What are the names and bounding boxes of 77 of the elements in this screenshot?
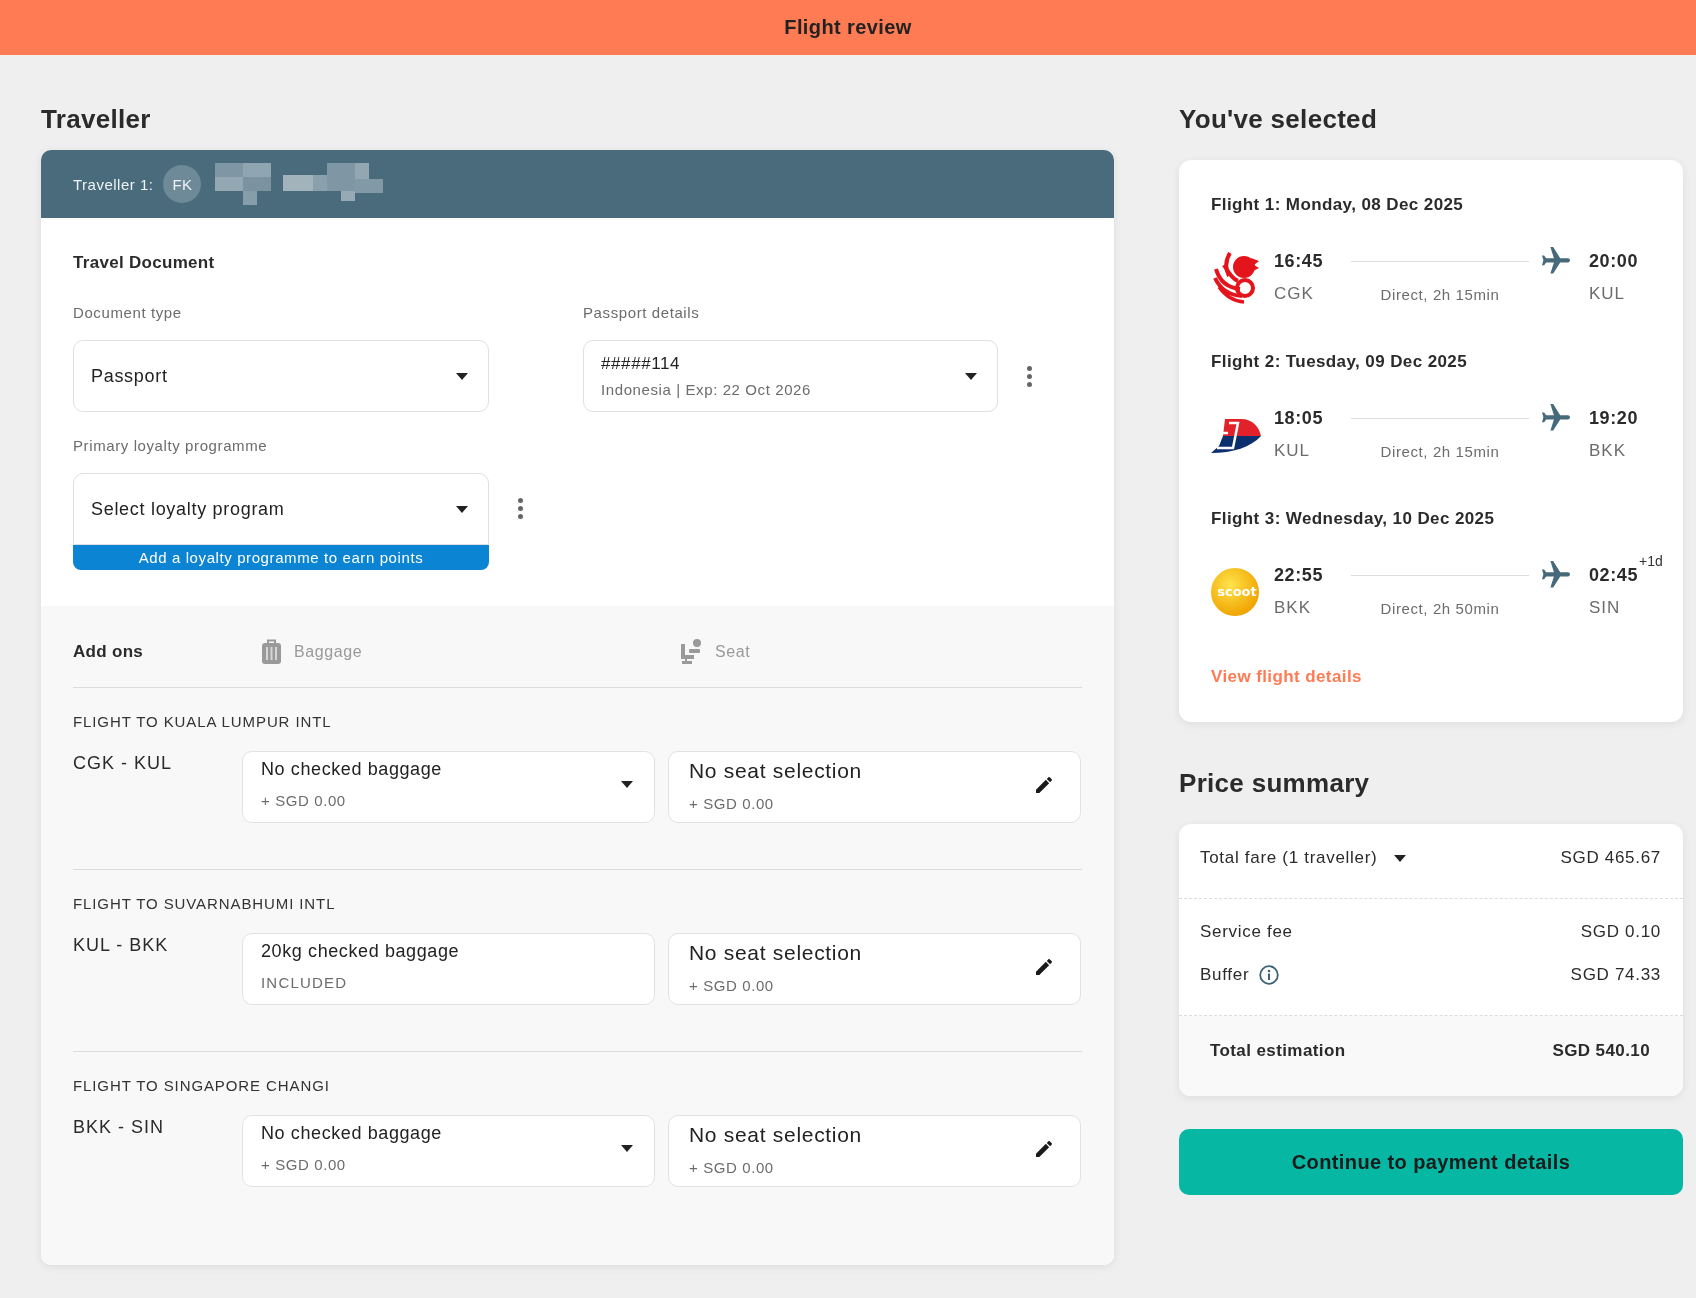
departure-time: 18:05 [1274, 407, 1325, 429]
edit-icon [1036, 959, 1052, 975]
luggage-icon [262, 639, 281, 664]
caret-icon [965, 372, 977, 380]
caret-icon [456, 505, 468, 513]
add-ons-title: Add ons [73, 640, 145, 663]
caret-icon [621, 1144, 633, 1152]
total-fare-amount: SGD 465.67 [1560, 847, 1661, 869]
flight-duration: Direct, 2h 15min [1379, 442, 1501, 460]
route-label: CGK - KUL [73, 752, 174, 774]
continue-button[interactable]: Continue to payment details [1179, 1129, 1683, 1195]
airplane-icon [1542, 404, 1570, 432]
section-title: Price summary [1179, 768, 1371, 798]
section-title: Traveller [41, 104, 152, 134]
fee-amount: SGD 74.33 [1570, 964, 1661, 986]
arrival-time: 20:00 [1589, 250, 1639, 272]
section-title: You've selected [1179, 104, 1379, 134]
field-label: Passport details [583, 304, 701, 322]
avatar-initials: FK [163, 165, 202, 203]
traveller-label: Traveller 1: [73, 175, 154, 193]
caret-icon [621, 780, 633, 788]
airline-logo [1213, 251, 1259, 304]
departure-time: 16:45 [1274, 250, 1325, 272]
airplane-icon [1542, 247, 1570, 275]
more-options-icon[interactable] [518, 498, 523, 519]
total-estimation-amount: SGD 540.10 [1552, 1040, 1650, 1062]
route-label: BKK - SIN [73, 1116, 166, 1138]
travel-document-title: Travel Document [73, 252, 216, 274]
baggage-select[interactable]: No checked baggage + SGD 0.00 [242, 751, 655, 823]
arrival-airport: KUL [1589, 284, 1627, 304]
column-label: Seat [715, 642, 751, 661]
total-fare-label: Total fare (1 traveller) [1200, 847, 1378, 869]
fee-label: Service fee [1200, 921, 1293, 943]
flight-duration: Direct, 2h 15min [1379, 285, 1501, 303]
airplane-icon [1542, 561, 1570, 589]
seat-icon [680, 639, 702, 664]
arrival-airport: BKK [1589, 441, 1628, 461]
departure-airport: BKK [1274, 598, 1313, 618]
fee-label: Buffer [1200, 964, 1250, 986]
loyalty-program-select[interactable]: Select loyalty program [73, 473, 489, 545]
baggage-select[interactable]: No checked baggage + SGD 0.00 [242, 1115, 655, 1187]
seat-selection-button[interactable]: No seat selection + SGD 0.00 [668, 933, 1081, 1005]
flight-heading: FLIGHT TO SUVARNABHUMI INTL [73, 895, 337, 913]
day-offset: +1d [1639, 552, 1663, 569]
arrival-airport: SIN [1589, 598, 1622, 618]
departure-airport: KUL [1274, 441, 1312, 461]
departure-airport: CGK [1274, 284, 1315, 304]
flight-title: Flight 2: Tuesday, 09 Dec 2025 [1211, 351, 1469, 373]
baggage-title: 20kg checked baggage [261, 941, 460, 962]
caret-icon[interactable] [1394, 854, 1407, 862]
loyalty-hint-banner: Add a loyalty programme to earn points [73, 545, 489, 570]
total-estimation-label: Total estimation [1210, 1040, 1346, 1062]
edit-icon [1036, 777, 1052, 793]
flight-duration: Direct, 2h 50min [1379, 599, 1501, 617]
included-label: INCLUDED [261, 974, 349, 991]
flight-title: Flight 1: Monday, 08 Dec 2025 [1211, 194, 1465, 216]
field-label: Primary loyalty programme [73, 437, 269, 455]
flight-heading: FLIGHT TO KUALA LUMPUR INTL [73, 713, 333, 731]
page-title: Flight review [784, 16, 912, 39]
airline-logo: scoot [1211, 567, 1261, 616]
document-type-select[interactable]: Passport [73, 340, 489, 412]
arrival-time: 19:20 [1589, 407, 1639, 429]
edit-icon [1036, 1141, 1052, 1157]
info-icon[interactable] [1259, 965, 1280, 985]
field-label: Document type [73, 304, 183, 322]
caret-icon [456, 372, 468, 380]
seat-selection-button[interactable]: No seat selection + SGD 0.00 [668, 1115, 1081, 1187]
departure-time: 22:55 [1274, 564, 1325, 586]
seat-selection-button[interactable]: No seat selection + SGD 0.00 [668, 751, 1081, 823]
arrival-time: 02:45 [1589, 564, 1639, 586]
route-label: KUL - BKK [73, 934, 170, 956]
column-label: Baggage [294, 642, 363, 661]
fee-amount: SGD 0.10 [1580, 921, 1661, 943]
passport-details-select[interactable]: #####114 Indonesia | Exp: 22 Oct 2026 [583, 340, 998, 412]
flight-title: Flight 3: Wednesday, 10 Dec 2025 [1211, 508, 1496, 530]
flight-heading: FLIGHT TO SINGAPORE CHANGI [73, 1077, 331, 1095]
more-options-icon[interactable] [1027, 366, 1032, 387]
